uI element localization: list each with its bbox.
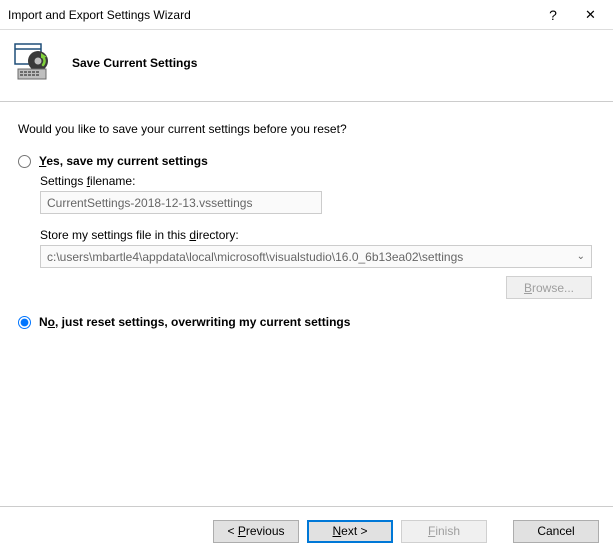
close-button[interactable]: ✕ bbox=[568, 0, 613, 30]
help-button[interactable]: ? bbox=[538, 0, 568, 30]
window-title: Import and Export Settings Wizard bbox=[8, 8, 538, 22]
option-no-label: No, just reset settings, overwriting my … bbox=[39, 315, 350, 329]
previous-button[interactable]: < Previous bbox=[213, 520, 299, 543]
next-button[interactable]: Next > bbox=[307, 520, 393, 543]
option-yes-row[interactable]: Yes, save my current settings bbox=[18, 154, 595, 168]
cancel-button[interactable]: Cancel bbox=[513, 520, 599, 543]
wizard-header: Save Current Settings bbox=[0, 30, 613, 102]
directory-value: c:\users\mbartle4\appdata\local\microsof… bbox=[47, 250, 463, 264]
prompt-text: Would you like to save your current sett… bbox=[18, 122, 595, 136]
filename-label: Settings filename: bbox=[40, 174, 595, 188]
directory-select[interactable]: c:\users\mbartle4\appdata\local\microsof… bbox=[40, 245, 592, 268]
filename-input[interactable] bbox=[40, 191, 322, 214]
chevron-down-icon: ⌄ bbox=[577, 251, 585, 262]
yes-sub-block: Settings filename: Store my settings fil… bbox=[40, 174, 595, 299]
finish-button[interactable]: Finish bbox=[401, 520, 487, 543]
browse-button[interactable]: Browse... bbox=[506, 276, 592, 299]
option-yes-label: Yes, save my current settings bbox=[39, 154, 208, 168]
wizard-icon bbox=[14, 43, 54, 83]
option-yes-radio[interactable] bbox=[18, 155, 31, 168]
option-no-row[interactable]: No, just reset settings, overwriting my … bbox=[18, 315, 595, 329]
titlebar: Import and Export Settings Wizard ? ✕ bbox=[0, 0, 613, 30]
wizard-content: Would you like to save your current sett… bbox=[0, 102, 613, 329]
directory-label: Store my settings file in this directory… bbox=[40, 228, 595, 242]
wizard-footer: < Previous Next > Finish Cancel bbox=[0, 506, 613, 555]
option-no-radio[interactable] bbox=[18, 316, 31, 329]
wizard-step-title: Save Current Settings bbox=[72, 56, 197, 70]
